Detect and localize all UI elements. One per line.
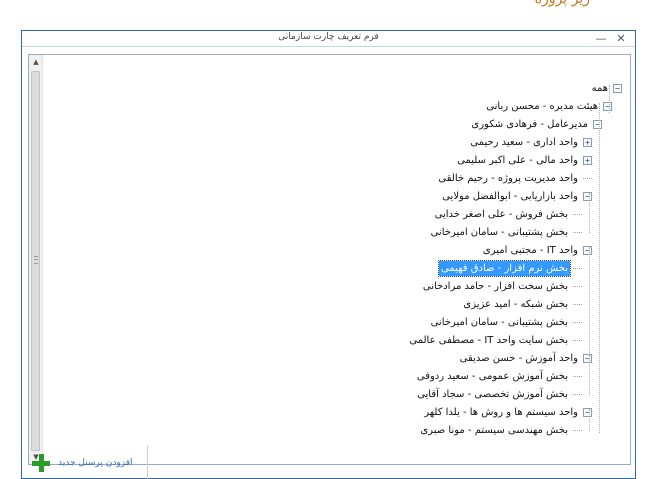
tree-node-label[interactable]: بخش شبکه - امید عزیزی — [461, 297, 570, 312]
tree-node[interactable]: واحد مدیریت پروژه - رحیم خالقی — [436, 169, 592, 187]
tree-connector-line — [573, 314, 582, 323]
tree-node[interactable]: − واحد سیستم ها و روش ها - یلدا کلهر — [422, 403, 592, 421]
tree-node[interactable]: − واحد IT - مجتبی امیری — [481, 241, 592, 259]
tree-node-label[interactable]: بخش پشتیبانی - سامان امیرخانی — [429, 315, 570, 330]
tree-node[interactable]: بخش فروش - علی اصغر خدایی — [433, 205, 582, 223]
title-bar[interactable]: فرم تعریف چارت سازمانی — ✕ — [22, 31, 635, 47]
scroll-grip-icon — [34, 256, 38, 264]
tree-node[interactable]: بخش شبکه - امید عزیزی — [461, 295, 582, 313]
tree-connector-line — [583, 170, 592, 179]
page-caption: زیر پروژه — [535, 0, 590, 9]
tree-connector-line — [573, 386, 582, 395]
tree-node-label[interactable]: واحد بازاریابی - ابوالفضل مولایی — [440, 189, 580, 204]
tree-guide-line — [589, 193, 590, 233]
tree-node[interactable]: بخش نرم افزار - صادق فهیمی — [438, 259, 582, 277]
tree-node[interactable]: بخش آموزش عمومی - سعید ردوفی — [415, 367, 582, 385]
add-personnel-label: افزودن پرسنل جدید — [58, 458, 133, 468]
tree-node[interactable]: − همه — [590, 79, 622, 97]
tree-connector-line — [573, 278, 582, 287]
page-right-edge — [636, 30, 660, 479]
collapse-icon[interactable]: − — [583, 407, 592, 417]
close-button[interactable]: ✕ — [613, 31, 629, 46]
collapse-icon[interactable]: − — [603, 101, 612, 111]
tree-node-label[interactable]: واحد سیستم ها و روش ها - یلدا کلهر — [422, 405, 580, 420]
tree-node[interactable]: − واحد آموزش - حسن صدیقی — [458, 349, 592, 367]
scroll-up-arrow-icon[interactable]: ▲ — [29, 55, 43, 69]
window-title: فرم تعریف چارت سازمانی — [278, 32, 379, 42]
collapse-icon[interactable]: − — [593, 119, 602, 129]
tree-node-label[interactable]: بخش نرم افزار - صادق فهیمی — [438, 259, 571, 277]
tree-node-label[interactable]: بخش آموزش تخصصی - سجاد آقایی — [415, 387, 570, 402]
minimize-button[interactable]: — — [593, 31, 609, 46]
tree-connector-line — [573, 422, 582, 431]
collapse-icon[interactable]: − — [583, 245, 592, 255]
tree-node[interactable]: + واحد مالی - علی اکبر سلیمی — [455, 151, 592, 169]
tree-node[interactable]: بخش سخت افزار - حامد مرادخانی — [421, 277, 582, 295]
tree-node[interactable]: بخش پشتیبانی - سامان امیرخانی — [429, 223, 582, 241]
tree-connector-line — [573, 224, 582, 233]
collapse-icon[interactable]: − — [583, 353, 592, 363]
tree-node-label[interactable]: واحد آموزش - حسن صدیقی — [458, 351, 580, 366]
tree-node-label[interactable]: مدیرعامل - فرهادی شکوری — [469, 117, 590, 132]
tree-node-label[interactable]: بخش فروش - علی اصغر خدایی — [433, 207, 570, 222]
tree-node[interactable]: بخش سایت واحد IT - مصطفی عالمی — [407, 331, 582, 349]
tree-node-label[interactable]: واحد مالی - علی اکبر سلیمی — [455, 153, 580, 168]
tree-node[interactable]: بخش مهندسی سیستم - مونا صبری — [418, 421, 582, 439]
tree-node[interactable]: − مدیرعامل - فرهادی شکوری — [469, 115, 602, 133]
tree-node-label[interactable]: بخش سخت افزار - حامد مرادخانی — [421, 279, 570, 294]
expand-icon[interactable]: + — [583, 137, 592, 147]
collapse-icon[interactable]: − — [613, 83, 622, 93]
tree-node-label[interactable]: هیئت مدیره - محسن ربانی — [484, 99, 600, 114]
tree-node-label[interactable]: همه — [590, 81, 610, 96]
tree-node[interactable]: بخش پشتیبانی - سامان امیرخانی — [429, 313, 582, 331]
tree-connector-line — [573, 296, 582, 305]
tree-node[interactable]: + واحد اداری - سعید رحیمی — [468, 133, 592, 151]
tree-node[interactable]: − واحد بازاریابی - ابوالفضل مولایی — [440, 187, 592, 205]
tree-node-label[interactable]: بخش مهندسی سیستم - مونا صبری — [418, 423, 570, 438]
vertical-scrollbar[interactable]: ▲ ▼ — [29, 55, 43, 464]
collapse-icon[interactable]: − — [583, 191, 592, 201]
add-personnel-button[interactable]: افزودن پرسنل جدید — [28, 445, 148, 479]
tree-guide-line — [589, 409, 590, 431]
org-tree-view[interactable]: ▲ ▼ − همه − هیئت مدیره - محسن ربانی − مدیرعام… — [28, 54, 631, 465]
bottom-toolbar: افزودن پرسنل جدید — [28, 445, 168, 479]
tree-node-label[interactable]: بخش آموزش عمومی - سعید ردوفی — [415, 369, 570, 384]
plus-icon — [32, 454, 50, 472]
tree-node-label[interactable]: بخش سایت واحد IT - مصطفی عالمی — [407, 333, 570, 348]
tree-node-label[interactable]: واحد IT - مجتبی امیری — [481, 243, 580, 258]
tree-node[interactable]: بخش آموزش تخصصی - سجاد آقایی — [415, 385, 582, 403]
org-chart-window: فرم تعریف چارت سازمانی — ✕ ▲ ▼ − همه − هیئت… — [21, 30, 636, 479]
tree-node-label[interactable]: بخش پشتیبانی - سامان امیرخانی — [429, 225, 570, 240]
tree-connector-line — [573, 260, 582, 269]
tree-guide-line — [589, 247, 590, 353]
tree-guide-line — [609, 85, 610, 113]
expand-icon[interactable]: + — [583, 155, 592, 165]
tree-node[interactable]: − هیئت مدیره - محسن ربانی — [484, 97, 612, 115]
tree-connector-line — [573, 368, 582, 377]
scroll-thumb[interactable] — [31, 71, 40, 451]
tree-connector-line — [573, 206, 582, 215]
tree-guide-line — [589, 355, 590, 395]
tree-connector-line — [573, 332, 582, 341]
tree-guide-line — [599, 103, 600, 433]
tree-node-label[interactable]: واحد مدیریت پروژه - رحیم خالقی — [436, 171, 580, 186]
tree-node-label[interactable]: واحد اداری - سعید رحیمی — [468, 135, 580, 150]
